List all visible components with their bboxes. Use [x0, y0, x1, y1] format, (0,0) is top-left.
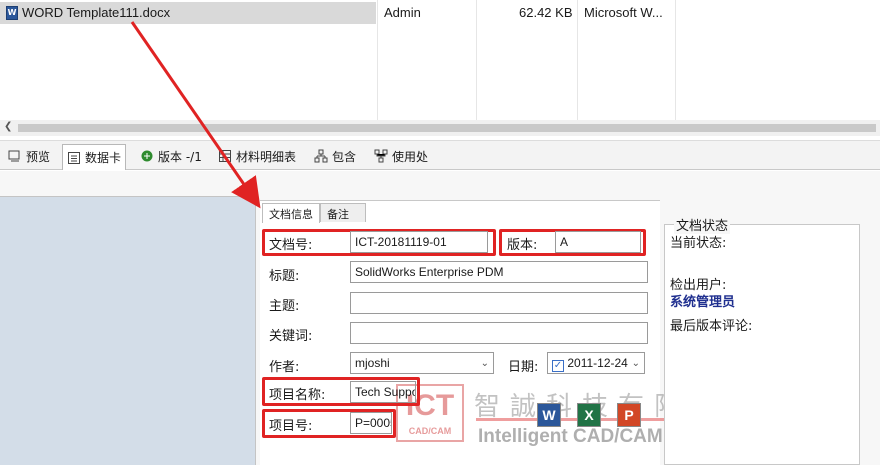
annotation-arrow [130, 21, 261, 209]
